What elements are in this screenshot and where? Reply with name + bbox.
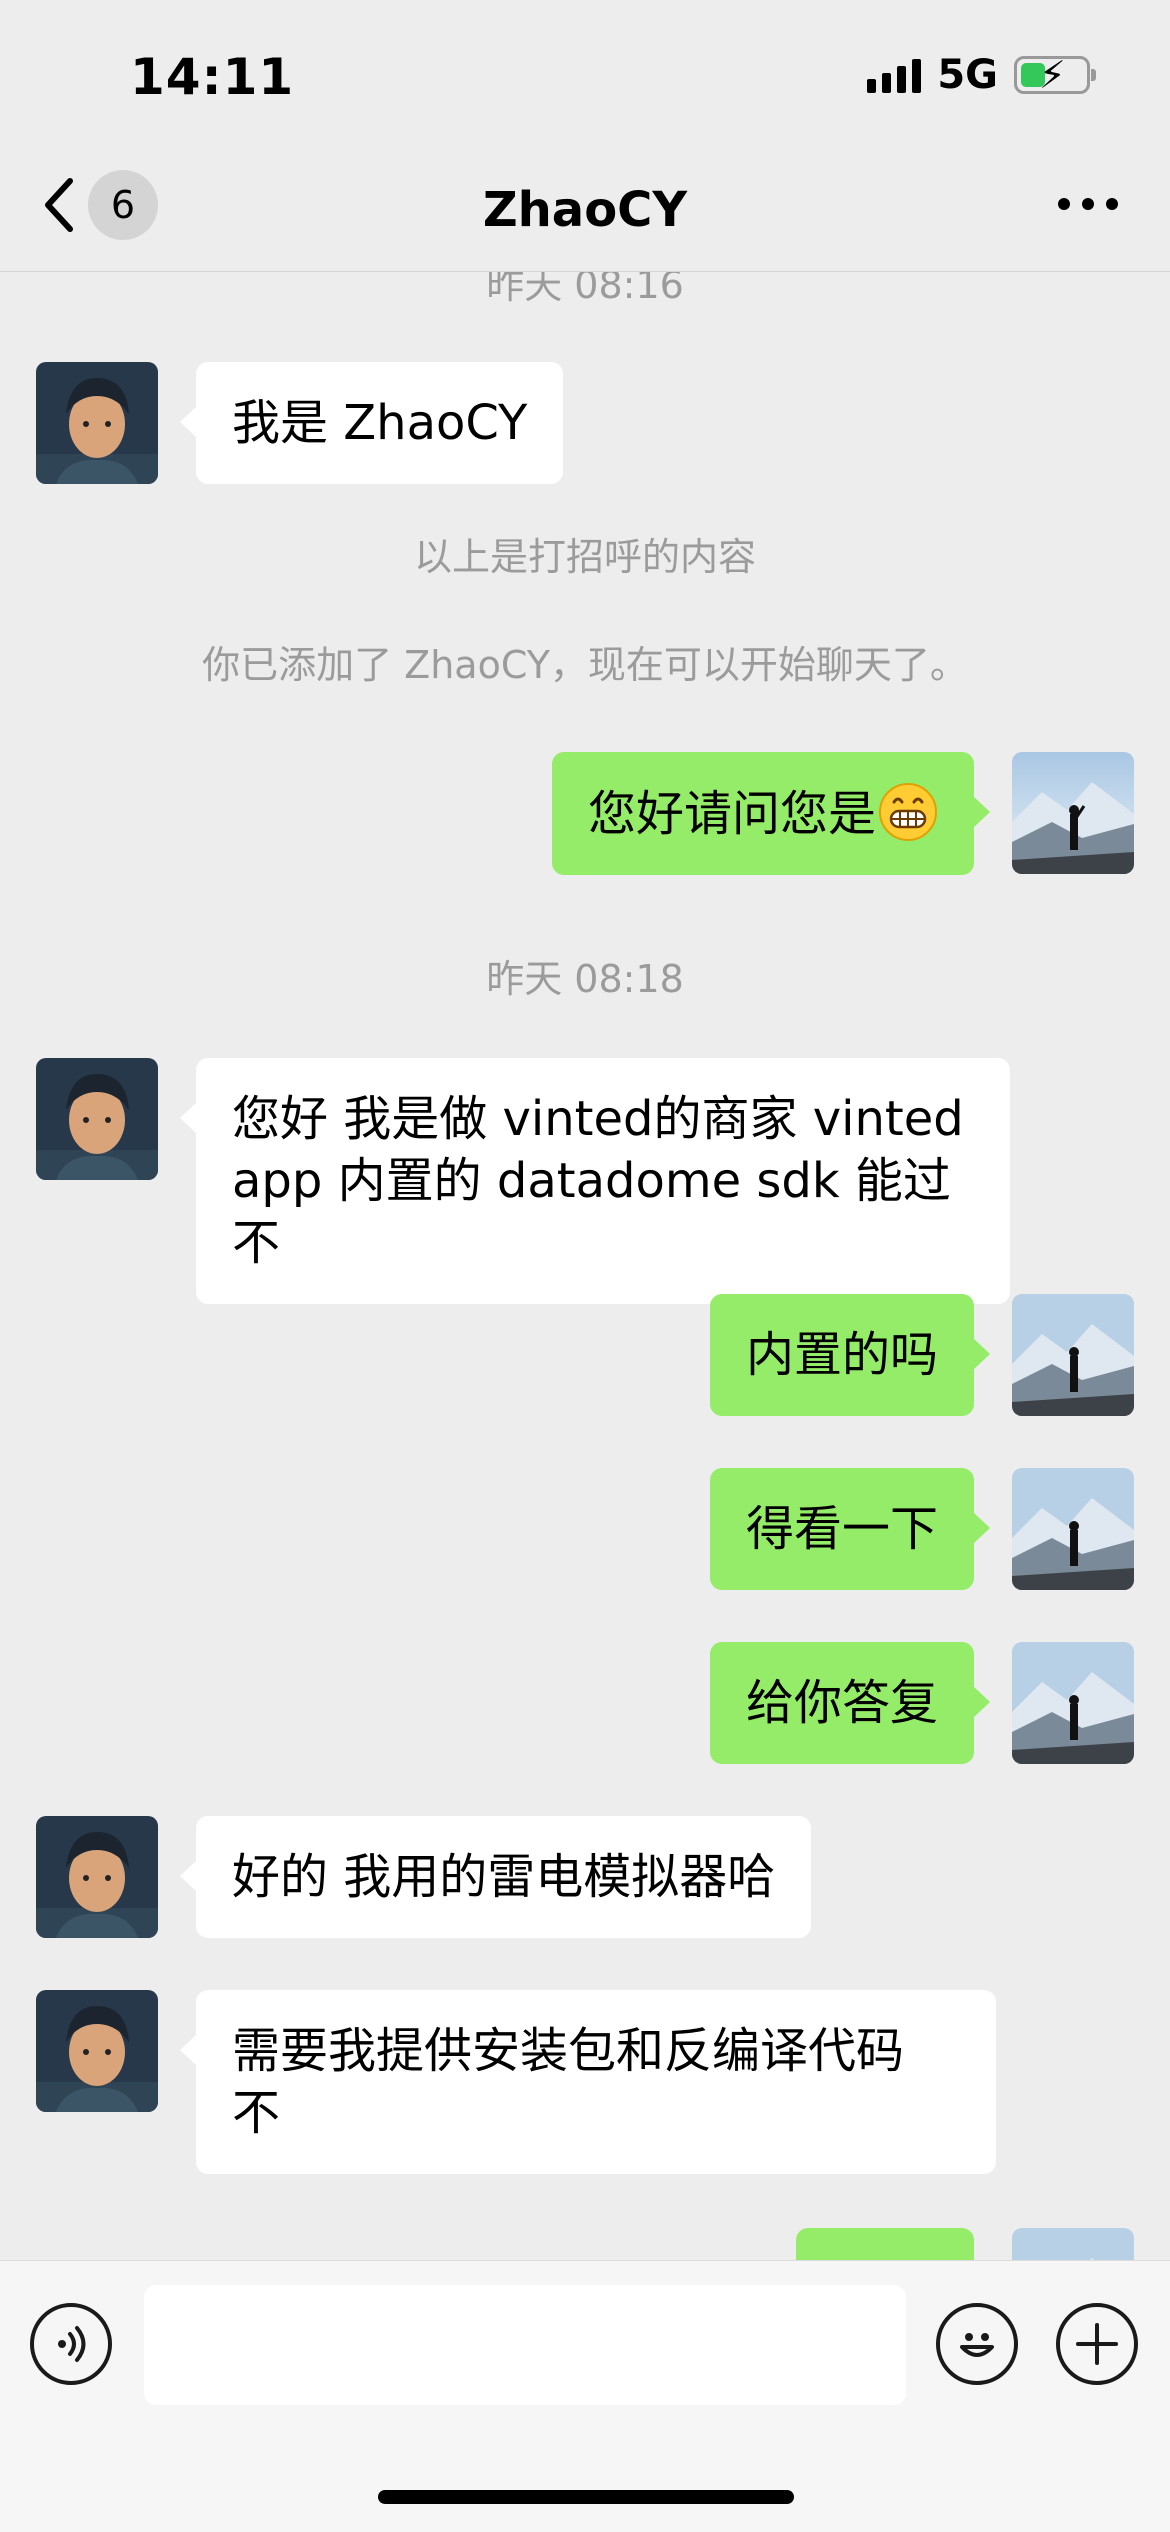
- system-message: 以上是打招呼的内容: [413, 535, 756, 579]
- message-bubble-incoming[interactable]: 我是 ZhaoCY: [179, 362, 564, 484]
- timestamp: 昨天 08:18: [486, 957, 684, 1001]
- emoji-icon: [960, 2333, 994, 2357]
- system-message: 你已添加了 ZhaoCY，现在可以开始聊天了。: [202, 643, 968, 687]
- network-type: 5G: [937, 52, 998, 98]
- timestamp: 昨天 08:16: [486, 272, 684, 307]
- message-list[interactable]: 昨天 08:16 我是 ZhaoCY 以上是打招呼的内容 你已添加了 ZhaoC…: [0, 272, 1170, 2260]
- message-bubble-outgoing[interactable]: 内置的吗: [709, 1294, 991, 1416]
- voice-button[interactable]: [30, 2303, 112, 2385]
- message-bubble-outgoing[interactable]: 您好请问您是: [551, 752, 991, 875]
- battery-icon: ⚡: [1014, 53, 1096, 97]
- message-bubble-incoming[interactable]: 好的 我用的雷电模拟器哈: [179, 1816, 812, 1938]
- message-text-line: 需要我提供安装包和反编译代码: [232, 2023, 905, 2079]
- my-avatar[interactable]: [1012, 1294, 1134, 1416]
- message-input[interactable]: [144, 2285, 906, 2405]
- message-text-line: app 内置的 datadome sdk 能过不: [232, 1153, 951, 1271]
- message-text-line: 不: [232, 2085, 281, 2141]
- more-button[interactable]: [1058, 198, 1118, 210]
- my-avatar[interactable]: [1012, 1468, 1134, 1590]
- grinning-emoji-icon: [879, 783, 937, 841]
- message-bubble-outgoing[interactable]: 得看一下: [709, 1468, 991, 1590]
- status-bar: 14:11 5G ⚡: [0, 0, 1170, 150]
- contact-avatar[interactable]: [36, 362, 158, 484]
- chat-title: ZhaoCY: [482, 182, 688, 238]
- my-avatar[interactable]: [1012, 1642, 1134, 1764]
- message-text: 您好请问您是: [587, 786, 876, 842]
- my-avatar[interactable]: [1012, 2228, 1134, 2260]
- status-time: 14:11: [130, 48, 295, 106]
- message-bubble-outgoing-partial[interactable]: [796, 2228, 974, 2260]
- more-dots-icon: [1058, 198, 1070, 210]
- emoji-button[interactable]: [936, 2303, 1018, 2385]
- home-indicator[interactable]: [378, 2490, 794, 2504]
- message-bubble-incoming[interactable]: 您好 我是做 vinted的商家 vinted app 内置的 datadome…: [180, 1058, 1010, 1304]
- status-indicators: 5G ⚡: [867, 52, 1096, 98]
- voice-icon: [58, 2326, 86, 2362]
- chat-header: 6 ZhaoCY: [0, 150, 1170, 272]
- contact-avatar[interactable]: [36, 1990, 158, 2112]
- message-bubble-incoming[interactable]: 需要我提供安装包和反编译代码 不: [180, 1990, 996, 2174]
- plus-icon: [1076, 2323, 1118, 2365]
- add-button[interactable]: [1056, 2303, 1138, 2385]
- message-text-line: 您好 我是做 vinted的商家 vinted: [232, 1091, 964, 1147]
- message-bubble-outgoing[interactable]: 给你答复: [709, 1642, 991, 1764]
- my-avatar[interactable]: [1012, 752, 1134, 874]
- contact-avatar[interactable]: [36, 1058, 158, 1180]
- signal-icon: [867, 57, 922, 93]
- contact-avatar[interactable]: [36, 1816, 158, 1938]
